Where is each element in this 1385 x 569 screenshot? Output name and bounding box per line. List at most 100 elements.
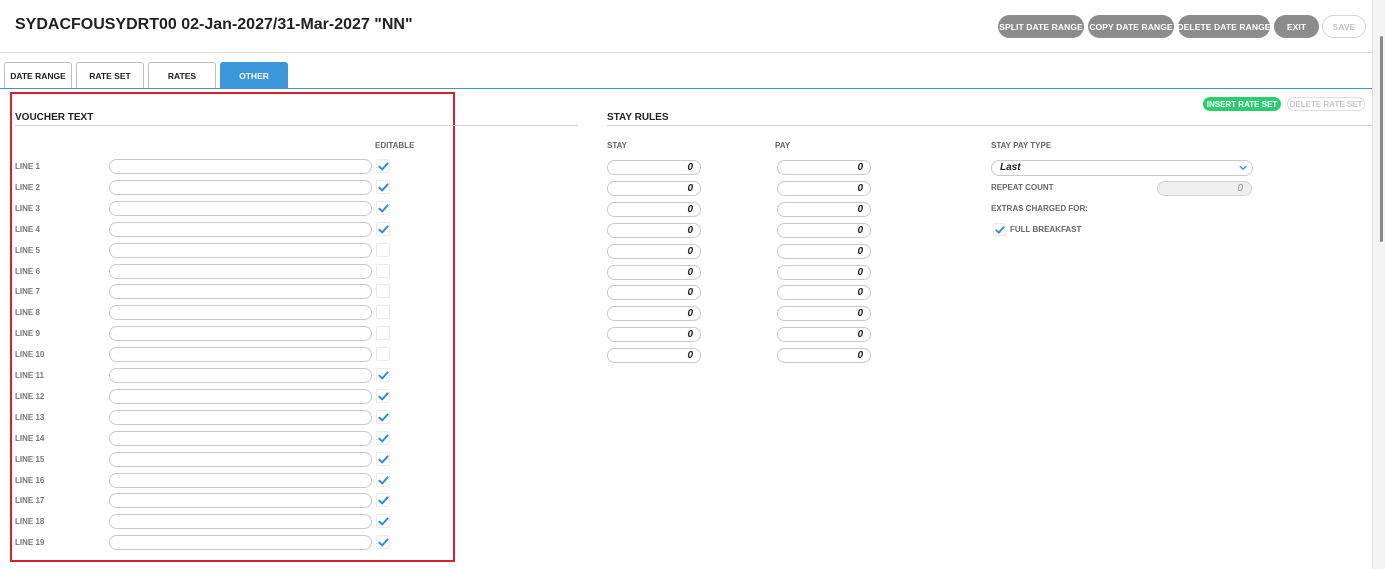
voucher-line-input[interactable] <box>109 388 372 404</box>
stay-input[interactable]: 0 <box>607 306 701 322</box>
pay-input[interactable]: 0 <box>777 306 871 322</box>
voucher-line-input[interactable] <box>109 284 372 300</box>
voucher-line-input[interactable] <box>109 179 372 195</box>
pay-input[interactable]: 0 <box>777 348 871 364</box>
tab-rates[interactable]: RATES <box>148 62 216 88</box>
voucher-line-label: LINE 19 <box>15 538 45 548</box>
voucher-line-input[interactable] <box>109 200 372 216</box>
voucher-line-editable-checkbox[interactable] <box>376 430 390 445</box>
split-date-range-button[interactable]: SPLIT DATE RANGE <box>998 15 1084 38</box>
voucher-line-input[interactable] <box>109 326 372 342</box>
scrollbar-track[interactable] <box>1372 0 1385 569</box>
rate-editor-window: SYDACFOUSYDRT00 02-Jan-2027/31-Mar-2027 … <box>0 0 1385 569</box>
voucher-line-editable-checkbox[interactable] <box>376 284 390 299</box>
check-icon <box>378 496 389 505</box>
voucher-line-editable-checkbox[interactable] <box>376 347 390 362</box>
stay-input[interactable]: 0 <box>607 243 701 259</box>
delete-rate-set-button[interactable]: DELETE RATE SET <box>1287 97 1365 111</box>
pay-input[interactable]: 0 <box>777 264 871 280</box>
voucher-line-input[interactable] <box>109 535 372 551</box>
pay-input[interactable]: 0 <box>777 243 871 259</box>
repeat-count-input[interactable]: 0 <box>1157 181 1252 196</box>
voucher-line-input[interactable] <box>109 368 372 383</box>
pay-input[interactable]: 0 <box>777 160 871 175</box>
voucher-line-editable-checkbox[interactable] <box>376 514 390 529</box>
check-icon <box>995 226 1005 234</box>
stay-input[interactable]: 0 <box>607 264 701 280</box>
voucher-line-input[interactable] <box>109 159 372 174</box>
delete-date-range-button[interactable]: DELETE DATE RANGE <box>1177 15 1270 38</box>
copy-date-range-button[interactable]: COPY DATE RANGE <box>1088 15 1174 38</box>
voucher-line-editable-checkbox[interactable] <box>376 493 390 508</box>
voucher-line-input[interactable] <box>109 305 372 321</box>
voucher-line-editable-checkbox[interactable] <box>376 388 390 403</box>
voucher-line-editable-checkbox[interactable] <box>376 242 390 257</box>
voucher-line-editable-checkbox[interactable] <box>376 326 390 341</box>
check-icon <box>378 162 389 171</box>
tab-other[interactable]: OTHER <box>220 62 288 88</box>
repeat-count-label: REPEAT COUNT <box>991 183 1054 192</box>
voucher-line-editable-checkbox[interactable] <box>376 159 390 173</box>
voucher-line-editable-checkbox[interactable] <box>376 263 390 278</box>
voucher-line-input[interactable] <box>109 242 372 258</box>
check-icon <box>378 434 389 443</box>
voucher-line-label: LINE 1 <box>15 162 40 171</box>
voucher-line-label: LINE 9 <box>15 329 40 339</box>
pay-input[interactable]: 0 <box>777 180 871 196</box>
stay-input[interactable]: 0 <box>607 201 701 217</box>
voucher-line-input[interactable] <box>109 451 372 467</box>
voucher-line-editable-checkbox[interactable] <box>376 368 390 382</box>
stay-input[interactable]: 0 <box>607 222 701 238</box>
voucher-line-label: LINE 15 <box>15 454 45 464</box>
voucher-line-input[interactable] <box>109 221 372 237</box>
voucher-line-editable-checkbox[interactable] <box>376 305 390 320</box>
voucher-line-label: LINE 18 <box>15 517 45 527</box>
voucher-line-editable-checkbox[interactable] <box>376 535 390 550</box>
stay-input[interactable]: 0 <box>607 285 701 301</box>
full-breakfast-label: FULL BREAKFAST <box>1010 225 1082 234</box>
tab-date-range[interactable]: DATE RANGE <box>4 62 72 88</box>
voucher-line-input[interactable] <box>109 430 372 446</box>
voucher-line-input[interactable] <box>109 493 372 509</box>
check-icon <box>378 371 389 380</box>
voucher-line-label: LINE 2 <box>15 182 40 192</box>
full-breakfast-checkbox[interactable] <box>993 223 1006 236</box>
voucher-line-label: LINE 3 <box>15 203 40 213</box>
voucher-line-label: LINE 13 <box>15 412 45 422</box>
stay-pay-type-value: Last <box>1000 162 1021 173</box>
exit-button[interactable]: EXIT <box>1274 15 1319 38</box>
stay-input[interactable]: 0 <box>607 160 701 175</box>
voucher-line-label: LINE 7 <box>15 287 40 297</box>
voucher-line-editable-checkbox[interactable] <box>376 221 390 236</box>
pay-input[interactable]: 0 <box>777 327 871 343</box>
voucher-line-input[interactable] <box>109 409 372 425</box>
voucher-line-editable-checkbox[interactable] <box>376 451 390 466</box>
scrollbar-thumb[interactable] <box>1380 36 1383 242</box>
check-icon <box>378 475 389 484</box>
voucher-line-editable-checkbox[interactable] <box>376 200 390 215</box>
save-button[interactable]: SAVE <box>1322 15 1366 38</box>
stay-input[interactable]: 0 <box>607 327 701 343</box>
pay-input[interactable]: 0 <box>777 201 871 217</box>
pay-input[interactable]: 0 <box>777 222 871 238</box>
chevron-down-icon <box>1239 165 1247 170</box>
insert-rate-set-button[interactable]: INSERT RATE SET <box>1203 97 1281 111</box>
voucher-line-input[interactable] <box>109 263 372 279</box>
voucher-line-label: LINE 12 <box>15 391 45 401</box>
check-icon <box>378 204 389 213</box>
pay-input[interactable]: 0 <box>777 285 871 301</box>
stay-pay-type-select[interactable]: Last <box>991 160 1253 176</box>
voucher-line-input[interactable] <box>109 347 372 363</box>
stay-input[interactable]: 0 <box>607 348 701 364</box>
tab-rate-set[interactable]: RATE SET <box>76 62 144 88</box>
voucher-line-label: LINE 17 <box>15 496 45 506</box>
voucher-line-input[interactable] <box>109 472 372 488</box>
voucher-line-editable-checkbox[interactable] <box>376 179 390 194</box>
check-icon <box>378 413 389 422</box>
stay-input[interactable]: 0 <box>607 180 701 196</box>
voucher-line-label: LINE 5 <box>15 245 40 255</box>
voucher-line-editable-checkbox[interactable] <box>376 472 390 487</box>
voucher-line-editable-checkbox[interactable] <box>376 409 390 424</box>
voucher-line-label: LINE 16 <box>15 475 45 485</box>
voucher-line-input[interactable] <box>109 514 372 530</box>
